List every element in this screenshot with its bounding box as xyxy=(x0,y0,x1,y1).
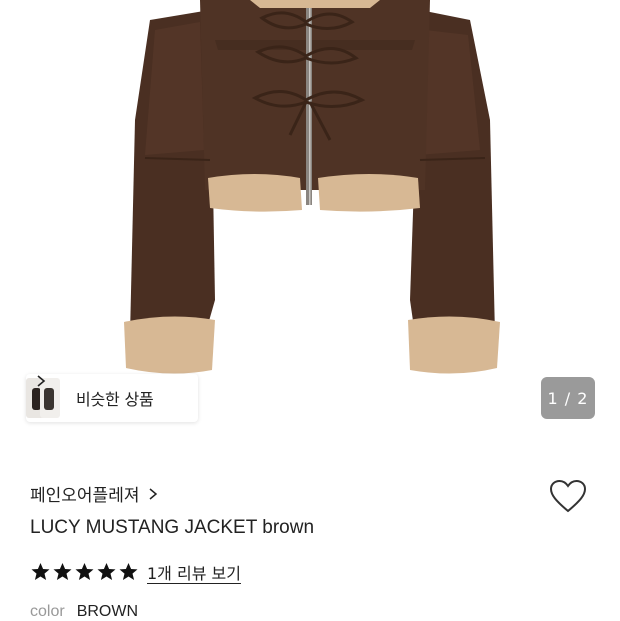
star-icon xyxy=(31,563,50,580)
star-icon xyxy=(75,563,94,580)
star-rating xyxy=(30,562,140,582)
heart-outline-icon[interactable] xyxy=(548,478,588,514)
chevron-right-icon xyxy=(150,487,158,500)
color-label: color xyxy=(30,603,65,620)
brand-name: 페인오어플레져 xyxy=(30,486,140,506)
star-icon xyxy=(53,563,72,580)
product-title: LUCY MUSTANG JACKET brown xyxy=(30,517,315,538)
brand-link[interactable]: 페인오어플레져 xyxy=(30,481,159,506)
star-icon xyxy=(97,563,116,580)
rating-row: 1개 리뷰 보기 xyxy=(30,560,241,584)
star-icon xyxy=(119,563,138,580)
image-counter: 1 / 2 xyxy=(541,377,595,419)
similar-products-label: 비슷한 상품 xyxy=(76,390,154,409)
product-image-gallery[interactable]: 비슷한 상품 1 / 2 xyxy=(0,0,620,440)
chevron-right-icon xyxy=(37,375,46,387)
similar-products-button[interactable]: 비슷한 상품 xyxy=(26,374,198,422)
review-link[interactable]: 1개 리뷰 보기 xyxy=(147,560,241,584)
color-row: color BROWN xyxy=(30,603,138,621)
color-value: BROWN xyxy=(76,603,139,620)
